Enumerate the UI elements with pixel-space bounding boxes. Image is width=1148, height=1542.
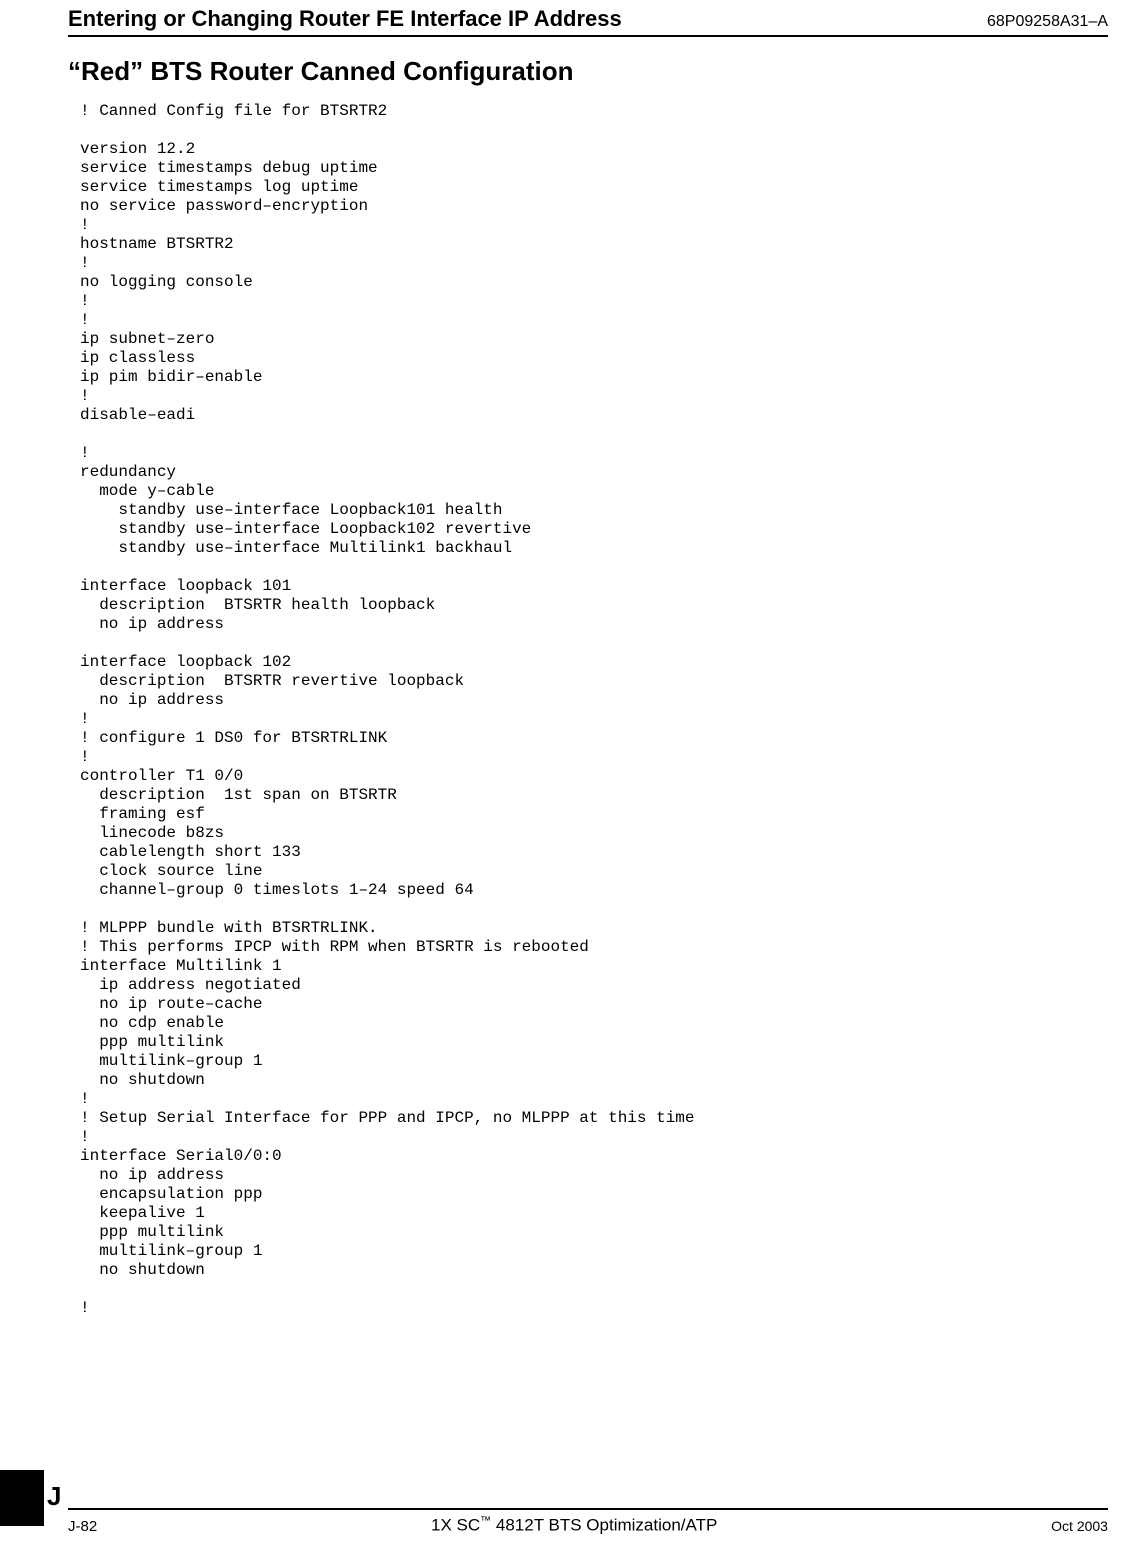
footer-center-prefix: 1X SC — [431, 1516, 480, 1535]
page-header: Entering or Changing Router FE Interface… — [68, 6, 1108, 32]
footer-rule — [68, 1508, 1108, 1510]
page: Entering or Changing Router FE Interface… — [0, 0, 1148, 1542]
header-title: Entering or Changing Router FE Interface… — [68, 6, 622, 32]
footer-doc-title: 1X SC™ 4812T BTS Optimization/ATP — [431, 1515, 717, 1536]
footer-center-suffix: 4812T BTS Optimization/ATP — [491, 1516, 717, 1535]
footer-pagenum: J-82 — [68, 1518, 97, 1535]
trademark-icon: ™ — [480, 1515, 491, 1527]
header-rule — [68, 35, 1108, 37]
code-listing: ! Canned Config file for BTSRTR2 version… — [80, 102, 1108, 1318]
footer-date: Oct 2003 — [1051, 1518, 1108, 1534]
section-title: “Red” BTS Router Canned Configuration — [68, 56, 574, 87]
header-docnum: 68P09258A31–A — [987, 13, 1108, 31]
side-letter: J — [47, 1481, 61, 1512]
side-tab — [0, 1470, 44, 1526]
page-footer: J-82 1X SC™ 4812T BTS Optimization/ATP O… — [68, 1515, 1108, 1536]
